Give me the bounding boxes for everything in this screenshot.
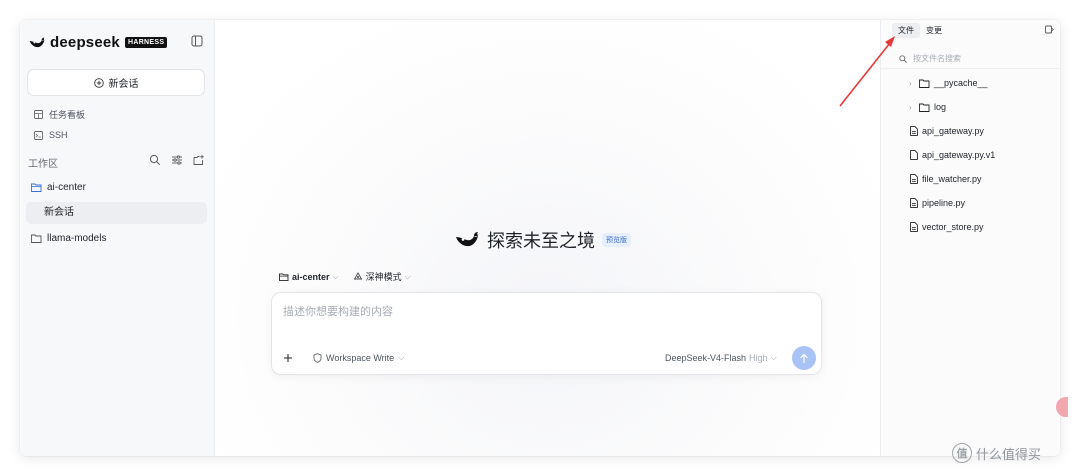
app-window: deepseek HARNESS 新会话 任务看板 SSH 工作区 ai-cen… [20, 20, 1060, 456]
sidebar-toggle-icon[interactable] [191, 35, 203, 47]
hero: 探索未至之境 预览版 [454, 227, 631, 253]
project-selector[interactable]: ai-center ⌵ [279, 272, 339, 282]
tree-item-label: log [934, 102, 947, 112]
tree-file[interactable]: api_gateway.py [910, 126, 984, 136]
project-name: ai-center [47, 182, 86, 193]
tree-item-label: file_watcher.py [922, 174, 982, 184]
workspace-label: 工作区 [28, 159, 58, 170]
python-file-icon [910, 222, 918, 232]
folder-icon [279, 272, 289, 281]
chevron-down-icon: ⌵ [332, 271, 339, 281]
brand-logo: deepseek HARNESS [29, 34, 168, 51]
recycle-mode-icon [353, 271, 362, 279]
file-panel: 文件 变更 › __pycache__ › log [880, 20, 1060, 456]
model-selector[interactable]: DeepSeek-V4-Flash High ⌵ [665, 353, 777, 363]
shield-icon [313, 353, 322, 363]
permission-selector[interactable]: Workspace Write ⌵ [313, 353, 404, 363]
watermark-logo-icon: 值 [952, 443, 972, 463]
model-name: DeepSeek-V4-Flash [665, 353, 747, 363]
collapse-panel-icon[interactable] [1045, 25, 1054, 34]
chevron-down-icon: ⌵ [398, 353, 405, 362]
whale-logo-icon [29, 37, 45, 47]
brand-badge: HARNESS [124, 37, 168, 48]
add-folder-icon[interactable] [193, 154, 205, 166]
folder-icon [31, 234, 42, 243]
tree-file[interactable]: pipeline.py [910, 198, 965, 208]
main-area: 探索未至之境 预览版 ai-center ⌵ 深神模式 ⌵ 描述你想要构建的内容… [215, 20, 880, 456]
file-icon [910, 150, 918, 160]
tree-item-label: __pycache__ [934, 78, 988, 88]
tab-files[interactable]: 文件 [892, 22, 920, 38]
python-file-icon [910, 126, 918, 136]
kanban-icon [34, 110, 43, 119]
search-icon[interactable] [149, 154, 161, 166]
tree-folder-log[interactable]: › log [909, 102, 946, 112]
tree-item-label: vector_store.py [922, 222, 984, 232]
tree-item-label: pipeline.py [922, 198, 966, 208]
folder-icon [919, 79, 930, 88]
tree-item-label: api_gateway.py [922, 126, 984, 136]
project-ai-center[interactable]: ai-center [31, 182, 86, 193]
file-search-input[interactable] [913, 54, 1053, 63]
sidebar-item-kanban[interactable]: 任务看板 [34, 108, 85, 121]
mode-selector-label: 深神模式 [365, 272, 402, 282]
search-icon [899, 54, 907, 63]
folder-icon [919, 103, 930, 112]
filter-settings-icon[interactable] [171, 154, 183, 166]
prompt-composer: Workspace Write ⌵ DeepSeek-V4-Flash High… [271, 292, 822, 375]
plus-icon [284, 354, 292, 362]
tree-item-label: api_gateway.py.v1 [922, 150, 996, 160]
mode-selector[interactable]: 深神模式 ⌵ [353, 270, 411, 283]
session-label: 新会话 [44, 207, 74, 218]
tree-folder-pycache[interactable]: › __pycache__ [909, 78, 988, 88]
sidebar: deepseek HARNESS 新会话 任务看板 SSH 工作区 ai-cen… [20, 20, 215, 456]
tree-file[interactable]: api_gateway.py.v1 [910, 150, 995, 160]
project-selector-label: ai-center [292, 271, 330, 282]
workspace-header: 工作区 [28, 154, 208, 170]
chevron-right-icon: › [909, 78, 912, 88]
whale-logo-icon [456, 232, 478, 247]
new-chat-button[interactable]: 新会话 [27, 69, 205, 96]
chevron-right-icon: › [909, 102, 912, 112]
watermark: 值 什么值得买 [952, 443, 1041, 463]
tree-file[interactable]: vector_store.py [910, 222, 984, 232]
plus-circle-icon [93, 77, 104, 88]
permission-label: Workspace Write [326, 353, 395, 363]
preview-badge: 预览版 [602, 233, 631, 247]
project-name: llama-models [47, 233, 107, 244]
python-file-icon [910, 198, 918, 208]
file-panel-tabs: 文件 变更 [892, 22, 948, 38]
project-llama-models[interactable]: llama-models [31, 233, 106, 244]
attach-button[interactable] [279, 349, 297, 367]
tree-file[interactable]: file_watcher.py [910, 174, 982, 184]
sidebar-item-ssh[interactable]: SSH [34, 130, 68, 140]
watermark-text: 什么值得买 [976, 446, 1042, 462]
chevron-down-icon: ⌵ [770, 353, 777, 362]
folder-open-icon [31, 183, 42, 192]
file-search [881, 49, 1060, 69]
tab-changes[interactable]: 变更 [920, 23, 948, 38]
new-chat-label: 新会话 [108, 79, 139, 90]
terminal-icon [34, 130, 43, 140]
sidebar-item-label: 任务看板 [49, 110, 86, 120]
arrow-up-icon [800, 353, 808, 363]
prompt-input[interactable] [283, 303, 803, 321]
context-row: ai-center ⌵ 深神模式 ⌵ [279, 270, 411, 283]
hero-title: 探索未至之境 [487, 231, 595, 251]
session-item-active[interactable]: 新会话 [26, 202, 207, 224]
model-level: High [749, 353, 768, 363]
brand-name: deepseek [50, 34, 120, 51]
sidebar-item-label: SSH [49, 130, 68, 140]
chevron-down-icon: ⌵ [404, 271, 411, 281]
send-button[interactable] [792, 346, 816, 370]
python-file-icon [910, 174, 918, 184]
